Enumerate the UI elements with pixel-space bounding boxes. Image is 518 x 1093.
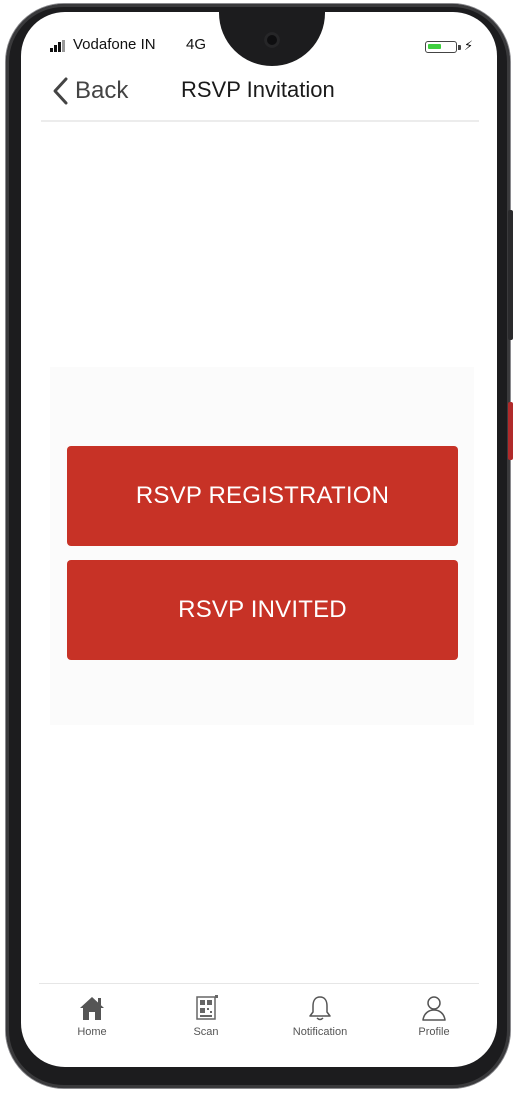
rsvp-invited-button[interactable]: RSVP INVITED (67, 560, 458, 660)
carrier-name: Vodafone IN (73, 36, 156, 53)
tab-label: Home (77, 1026, 107, 1038)
network-type: 4G (186, 36, 207, 53)
rsvp-registration-button[interactable]: RSVP REGISTRATION (67, 446, 458, 546)
status-bar: Vodafone IN 4G ⚡ (21, 36, 497, 60)
volume-button (508, 402, 513, 460)
charging-icon: ⚡ (464, 38, 474, 53)
chevron-left-icon (53, 77, 68, 105)
home-icon (80, 997, 104, 1020)
tab-label: Notification (292, 1026, 348, 1038)
battery-fill (428, 44, 441, 49)
power-button (508, 210, 513, 340)
battery-tip (458, 45, 461, 50)
tab-bar-divider (39, 983, 479, 984)
navigation-bar: Back RSVP Invitation (21, 74, 497, 120)
tab-label: Profile (418, 1026, 450, 1038)
tab-profile[interactable]: Profile (389, 990, 479, 1054)
page-title: RSVP Invitation (181, 77, 335, 102)
tab-label: Scan (193, 1026, 219, 1038)
nav-divider (41, 120, 479, 122)
qr-code-icon (196, 995, 218, 1020)
user-icon (422, 996, 446, 1021)
tab-notification[interactable]: Notification (275, 990, 365, 1054)
back-button[interactable]: Back (51, 74, 128, 108)
phone-screen: Vodafone IN 4G ⚡ Back RSVP Invitation RS… (21, 12, 497, 1067)
content-panel (50, 367, 474, 725)
tab-home[interactable]: Home (47, 990, 137, 1054)
tab-scan[interactable]: Scan (161, 990, 251, 1054)
bell-icon (309, 996, 331, 1021)
signal-icon (50, 40, 68, 52)
bottom-tab-bar: Home Scan Notification Profile (21, 990, 497, 1060)
battery-icon (425, 41, 457, 53)
back-label: Back (75, 77, 129, 104)
